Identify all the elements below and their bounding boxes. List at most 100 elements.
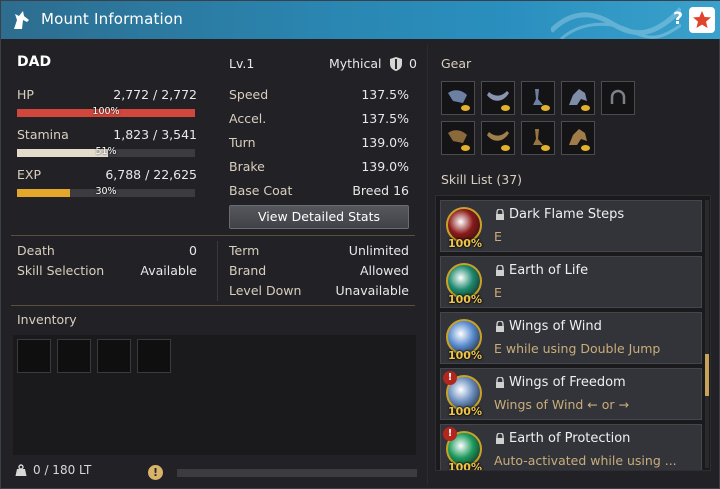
skill-name: Earth of Life: [509, 263, 589, 278]
hp-label: HP: [17, 87, 34, 102]
divider: [11, 305, 415, 306]
favorite-star-button[interactable]: [689, 7, 715, 33]
weight-bar: [177, 469, 417, 477]
equipped-indicator-icon: [461, 145, 470, 151]
stat-brake-value: 139.0%: [361, 159, 409, 174]
inventory-grid: [13, 335, 416, 455]
gear-slot-3[interactable]: [521, 81, 555, 115]
warning-icon: !: [443, 427, 457, 441]
skill-list-title: Skill List (37): [441, 172, 523, 187]
stamina-label: Stamina: [17, 127, 69, 142]
hp-value: 2,772 / 2,772: [113, 87, 197, 102]
skill-mastery-percent: 100%: [448, 349, 482, 362]
lock-icon: [496, 265, 504, 276]
gear-slot-6[interactable]: [481, 121, 515, 155]
inventory-title: Inventory: [17, 312, 77, 327]
gear-slot-4[interactable]: [561, 81, 595, 115]
exp-bar: 30%: [17, 186, 195, 197]
gear-slot-1[interactable]: [441, 81, 475, 115]
equipped-indicator-icon: [541, 145, 550, 151]
star-icon: [693, 11, 711, 28]
stat-speed-label: Speed: [229, 87, 269, 102]
gear-slot-7[interactable]: [521, 121, 555, 155]
skill-description: E while using Double Jump: [494, 341, 661, 356]
gear-slot-2[interactable]: [481, 81, 515, 115]
skill-mastery-percent: 100%: [448, 461, 482, 471]
divider-vertical: [217, 241, 218, 301]
mount-information-window: Mount Information ? DAD HP 2,772 / 2,772…: [0, 0, 720, 489]
lock-icon: [496, 209, 504, 220]
brand-value: Allowed: [360, 263, 409, 278]
stat-speed-value: 137.5%: [361, 87, 409, 102]
skill-list[interactable]: 100% Dark Flame Steps E 100% Earth of Li…: [435, 195, 711, 471]
skill-name: Wings of Wind: [509, 319, 602, 334]
hp-bar-percent: 100%: [92, 106, 120, 117]
panel-divider: [427, 45, 428, 485]
brand-label: Brand: [229, 263, 267, 278]
skill-mastery-percent: 100%: [448, 293, 482, 306]
warning-icon: !: [443, 371, 457, 385]
inventory-slot[interactable]: [137, 339, 171, 373]
skill-item[interactable]: ! 100% Earth of Protection Auto-activate…: [440, 424, 702, 471]
skill-list-scrollbar[interactable]: [705, 200, 709, 468]
skill-list-scroll-thumb[interactable]: [705, 354, 709, 396]
skill-item[interactable]: 100% Wings of Wind E while using Double …: [440, 312, 702, 364]
horseshoe-icon: [610, 89, 626, 104]
view-detailed-stats-button[interactable]: View Detailed Stats: [229, 205, 409, 229]
divider: [11, 235, 415, 236]
inventory-slot[interactable]: [57, 339, 91, 373]
titlebar[interactable]: Mount Information ?: [1, 1, 720, 39]
skill-description: Auto-activated while using ...: [494, 453, 677, 468]
gear-slot-horseshoe[interactable]: [601, 81, 635, 115]
skill-name: Earth of Protection: [509, 431, 631, 446]
mount-stats-panel: DAD HP 2,772 / 2,772 100% Stamina 1,823 …: [7, 45, 421, 485]
stamina-bar: 51%: [17, 146, 195, 157]
inventory-slot[interactable]: [17, 339, 51, 373]
stat-basecoat-value: Breed 16: [352, 183, 409, 198]
stat-accel-value: 137.5%: [361, 111, 409, 126]
mount-name: DAD: [17, 54, 52, 70]
equipped-indicator-icon: [461, 105, 470, 111]
stat-brake-label: Brake: [229, 159, 265, 174]
skill-selection-value: Available: [140, 263, 197, 278]
grade-count: 0: [409, 56, 417, 71]
exp-label: EXP: [17, 167, 41, 182]
skill-name: Dark Flame Steps: [509, 207, 625, 222]
lock-icon: [496, 321, 504, 332]
stamina-value: 1,823 / 3,541: [113, 127, 197, 142]
lock-icon: [496, 377, 504, 388]
skill-item[interactable]: ! 100% Wings of Freedom Wings of Wind ← …: [440, 368, 702, 420]
skill-mastery-percent: 100%: [448, 237, 482, 250]
gear-skill-panel: Gear Skill List (37) 100% Dark Flame Ste…: [435, 45, 715, 485]
stamina-bar-percent: 51%: [95, 146, 117, 157]
inventory-slot[interactable]: [97, 339, 131, 373]
window-title: Mount Information: [41, 10, 184, 28]
exp-bar-percent: 30%: [95, 186, 117, 197]
help-button[interactable]: ?: [669, 8, 687, 30]
weight-icon: [15, 464, 27, 476]
gear-slot-5[interactable]: [441, 121, 475, 155]
skill-name: Wings of Freedom: [509, 375, 626, 390]
weight-warning-icon[interactable]: !: [148, 465, 163, 480]
skill-description: E: [494, 229, 502, 244]
skill-item[interactable]: 100% Earth of Life E: [440, 256, 702, 308]
skill-description: E: [494, 285, 502, 300]
lock-icon: [496, 433, 504, 444]
death-label: Death: [17, 243, 55, 258]
skill-mastery-percent: 100%: [448, 405, 482, 418]
level-down-label: Level Down: [229, 283, 302, 298]
exp-value: 6,788 / 22,625: [105, 167, 197, 182]
gear-slot-8[interactable]: [561, 121, 595, 155]
wave-decoration: [551, 7, 681, 39]
skill-description: Wings of Wind ← or →: [494, 397, 629, 412]
stat-turn-label: Turn: [229, 135, 256, 150]
inventory-weight: 0 / 180 LT: [33, 463, 92, 477]
equipped-indicator-icon: [581, 145, 590, 151]
gear-title: Gear: [441, 56, 472, 71]
term-label: Term: [229, 243, 260, 258]
skill-item[interactable]: 100% Dark Flame Steps E: [440, 200, 702, 252]
mount-grade: Mythical: [329, 56, 382, 71]
stat-basecoat-label: Base Coat: [229, 183, 293, 198]
stat-turn-value: 139.0%: [361, 135, 409, 150]
horse-head-icon: [14, 11, 29, 29]
